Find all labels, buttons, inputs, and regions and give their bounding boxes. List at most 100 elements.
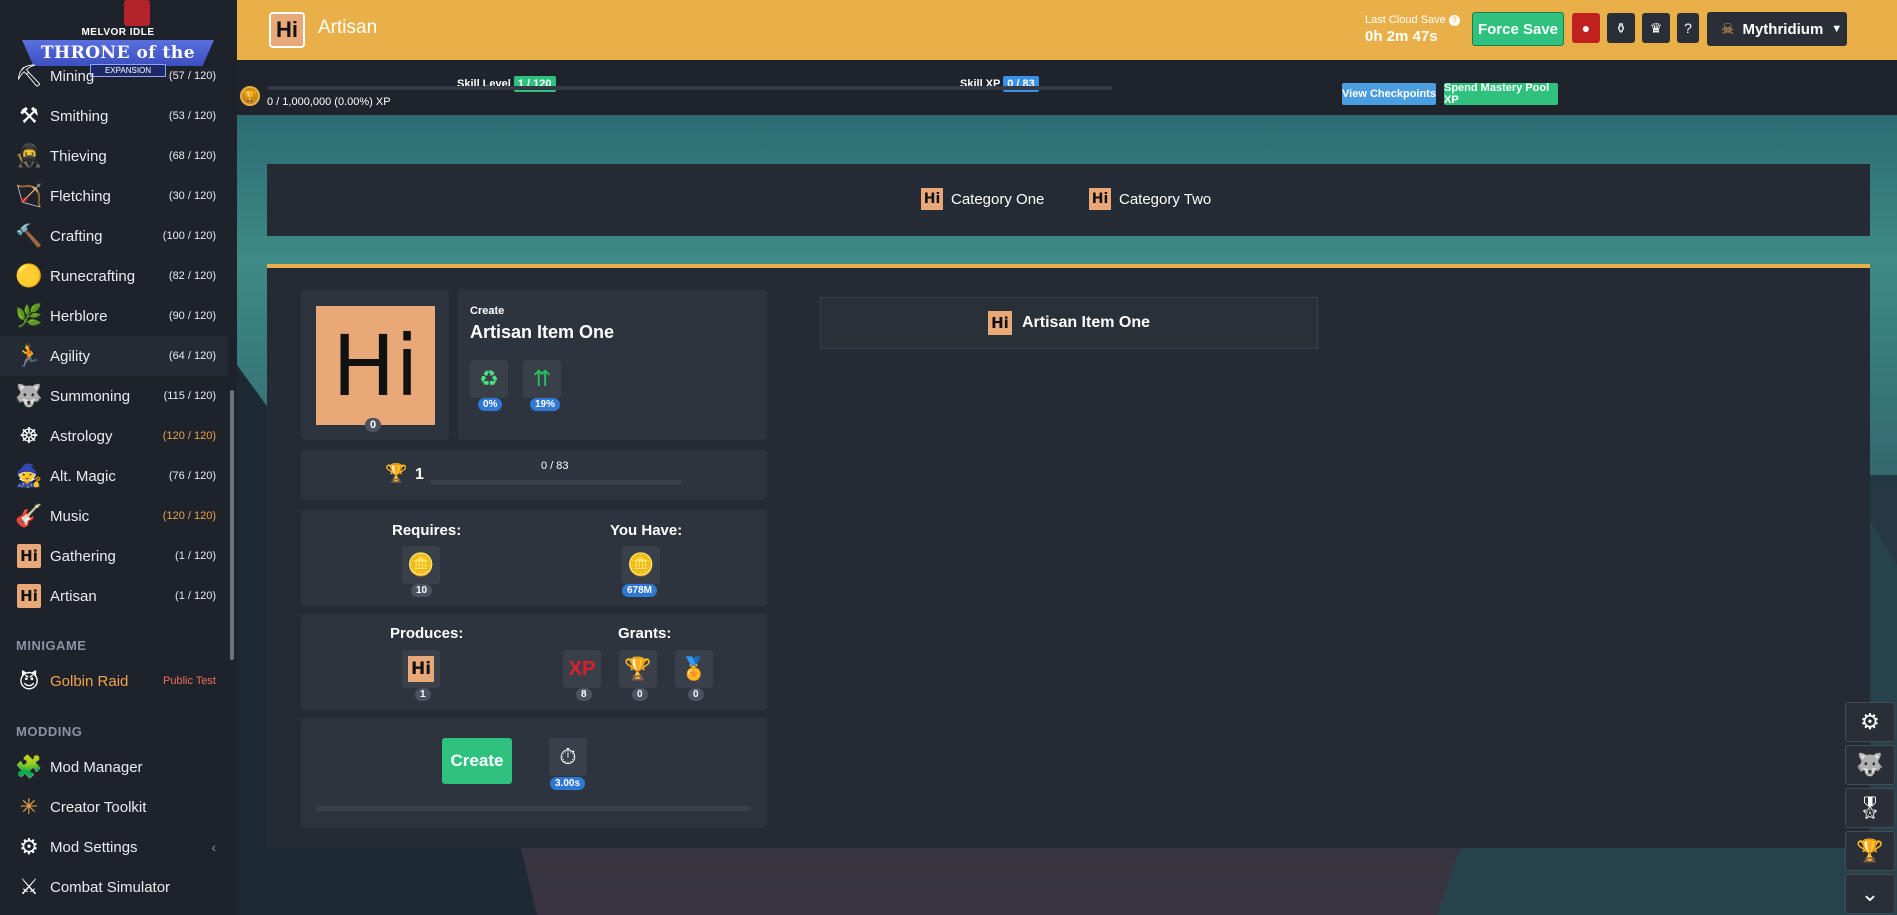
item-count: 0: [365, 418, 382, 432]
sidebar-item-thieving[interactable]: 🥷 Thieving (68 / 120): [0, 136, 228, 176]
anvil-icon: ⚒: [19, 103, 39, 128]
tab-category-two[interactable]: Hi Category Two: [1089, 188, 1211, 210]
red-gem-icon[interactable]: ●: [1572, 13, 1600, 43]
mastery-pool-icon[interactable]: 🏅: [675, 650, 713, 688]
hi-icon: Hi: [16, 583, 42, 609]
sidebar-scrollbar[interactable]: [230, 390, 234, 660]
mastery-pool-text: 0 / 1,000,000 (0.00%) XP: [267, 96, 391, 108]
hi-icon: Hi: [17, 584, 41, 608]
gp-coins-icon[interactable]: 🪙: [402, 546, 440, 584]
item-image-card: Hi 0: [301, 290, 449, 440]
gear-icon: ⚙: [19, 834, 39, 859]
chevron-down-icon[interactable]: ⌄: [1845, 874, 1895, 914]
recipe-select-artisan-item-one[interactable]: Hi Artisan Item One: [820, 297, 1318, 349]
guitar-icon: 🎸: [15, 503, 43, 528]
recipe-tab-label: Artisan Item One: [1021, 314, 1151, 331]
sidebar-item-artisan[interactable]: Hi Artisan (1 / 120): [0, 576, 228, 616]
mastery-level: 1: [415, 466, 424, 483]
crown-icon: [124, 0, 150, 26]
xp-icon[interactable]: XP: [563, 650, 601, 688]
wolf-summon-button[interactable]: 🐺: [1845, 745, 1895, 785]
mastery-pool-icon: 🏆: [240, 86, 260, 106]
sidebar-item-summoning[interactable]: 🐺 Summoning (115 / 120): [0, 376, 228, 416]
sidebar-item-label: Agility: [50, 347, 91, 365]
sidebar-item-gathering[interactable]: Hi Gathering (1 / 120): [0, 536, 228, 576]
skill-level-badge: (120 / 120): [162, 510, 216, 522]
skill-level-badge: (30 / 120): [168, 190, 216, 202]
double-item-icon[interactable]: ⇈: [523, 360, 561, 398]
sidebar-item-astrology[interactable]: ☸ Astrology (120 / 120): [0, 416, 228, 456]
crown-icon[interactable]: ♛: [1642, 13, 1670, 43]
sidebar-item-crafting[interactable]: 🔨 Crafting (100 / 120): [0, 216, 228, 256]
sidebar-item-fletching[interactable]: 🏹 Fletching (30 / 120): [0, 176, 228, 216]
rune-icon: 🟡: [15, 263, 43, 288]
produced-item[interactable]: Hi: [402, 650, 440, 688]
requirements-card: Requires: 🪙 10 You Have: 🪙 678M: [301, 510, 767, 606]
help-button[interactable]: ?: [1677, 13, 1699, 43]
sidebar-item-label: Fletching: [50, 187, 111, 205]
skill-level-badge: (76 / 120): [168, 470, 216, 482]
sidebar-item-music[interactable]: 🎸 Music (120 / 120): [0, 496, 228, 536]
recipe-info-card: Create Artisan Item One ♻ 0% ⇈ 19%: [458, 290, 767, 440]
collapse-icon[interactable]: ‹: [211, 839, 216, 855]
public-test-badge: Public Test: [163, 675, 216, 687]
artisan-main-panel: Hi 0 Create Artisan Item One ♻ 0% ⇈ 19% …: [267, 264, 1870, 848]
sidebar-item-herblore[interactable]: 🌿 Herblore (90 / 120): [0, 296, 228, 336]
tab-category-one[interactable]: Hi Category One: [921, 188, 1044, 210]
wolf-icon: 🐺: [15, 383, 43, 408]
top-header: Hi Artisan Last Cloud Save ? 0h 2m 47s F…: [237, 0, 1897, 60]
hi-icon: Hi: [921, 188, 943, 210]
sidebar-item-runecrafting[interactable]: 🟡 Runecrafting (82 / 120): [0, 256, 228, 296]
sidebar-item-mod-settings[interactable]: ⚙ Mod Settings ‹: [0, 827, 228, 867]
medal-button[interactable]: 🎖: [1845, 788, 1895, 828]
sidebar-item-golbin-raid[interactable]: 😈 Golbin Raid Public Test: [0, 661, 228, 701]
hi-icon: Hi: [987, 311, 1012, 335]
sidebar-item-label: Alt. Magic: [50, 467, 116, 485]
info-icon[interactable]: ?: [1448, 15, 1460, 26]
mastery-trophy-icon[interactable]: 🏆: [619, 650, 657, 688]
sidebar-item-agility[interactable]: 🏃 Agility (64 / 120): [0, 336, 228, 376]
sidebar-item-label: Smithing: [50, 107, 109, 125]
force-save-button[interactable]: Force Save: [1472, 12, 1564, 46]
create-label: Create: [470, 305, 505, 317]
xp-glyph: XP: [568, 657, 596, 680]
skill-level-badge: (1 / 120): [175, 590, 216, 602]
gp-coins-icon[interactable]: 🪙: [622, 546, 660, 584]
sidebar-item-mod-manager[interactable]: 🧩 Mod Manager: [0, 747, 228, 787]
minigame-header: MINIGAME: [16, 638, 87, 653]
hammer-icon: 🔨: [15, 223, 43, 248]
create-button[interactable]: Create: [442, 738, 512, 784]
trophy-button[interactable]: 🏆: [1845, 831, 1895, 871]
bow-icon: 🏹: [15, 183, 43, 208]
potion-icon[interactable]: ⚱: [1607, 13, 1635, 43]
user-menu[interactable]: ☠ Mythridium ▼: [1707, 12, 1847, 46]
settings-gear-button[interactable]: ⚙: [1845, 702, 1895, 742]
skill-level-badge: (90 / 120): [168, 310, 216, 322]
produces-label: Produces:: [390, 625, 464, 642]
you-have-qty: 678M: [622, 584, 658, 597]
preservation-chance: 0%: [478, 398, 503, 411]
sidebar-item-label: Golbin Raid: [50, 672, 129, 690]
puzzle-icon: 🧩: [15, 754, 43, 779]
grant-mastery: 0: [632, 688, 648, 701]
swords-icon: ⚔: [19, 874, 39, 899]
sidebar-item-smithing[interactable]: ⚒ Smithing (53 / 120): [0, 96, 228, 136]
you-have-label: You Have:: [610, 522, 683, 539]
skill-progress-strip: Skill Level 1 / 120 Skill XP 0 / 83 🏆 0 …: [237, 60, 1897, 115]
sidebar-item-label: Mod Settings: [50, 838, 138, 856]
sidebar-item-label: Crafting: [50, 227, 103, 245]
toolkit-icon: ✳: [19, 794, 39, 819]
sidebar-item-mining[interactable]: ⛏ Mining (57 / 120): [0, 56, 228, 96]
preservation-icon[interactable]: ♻: [470, 360, 508, 398]
mastery-progress-bar: [431, 480, 681, 485]
stopwatch-icon: ⏱: [549, 738, 587, 776]
sidebar-item-combat-simulator[interactable]: ⚔ Combat Simulator: [0, 867, 228, 907]
sidebar-item-alt-magic[interactable]: 🧙 Alt. Magic (76 / 120): [0, 456, 228, 496]
pickaxe-icon: ⛏: [15, 63, 43, 88]
category-panel: Hi Category One Hi Category Two: [267, 164, 1870, 236]
view-checkpoints-button[interactable]: View Checkpoints: [1342, 83, 1436, 105]
skill-level-badge: (57 / 120): [168, 70, 216, 82]
spend-mastery-button[interactable]: Spend Mastery Pool XP: [1444, 82, 1558, 106]
sidebar-item-creator-toolkit[interactable]: ✳ Creator Toolkit: [0, 787, 228, 827]
sidebar-item-label: Runecrafting: [50, 267, 136, 285]
